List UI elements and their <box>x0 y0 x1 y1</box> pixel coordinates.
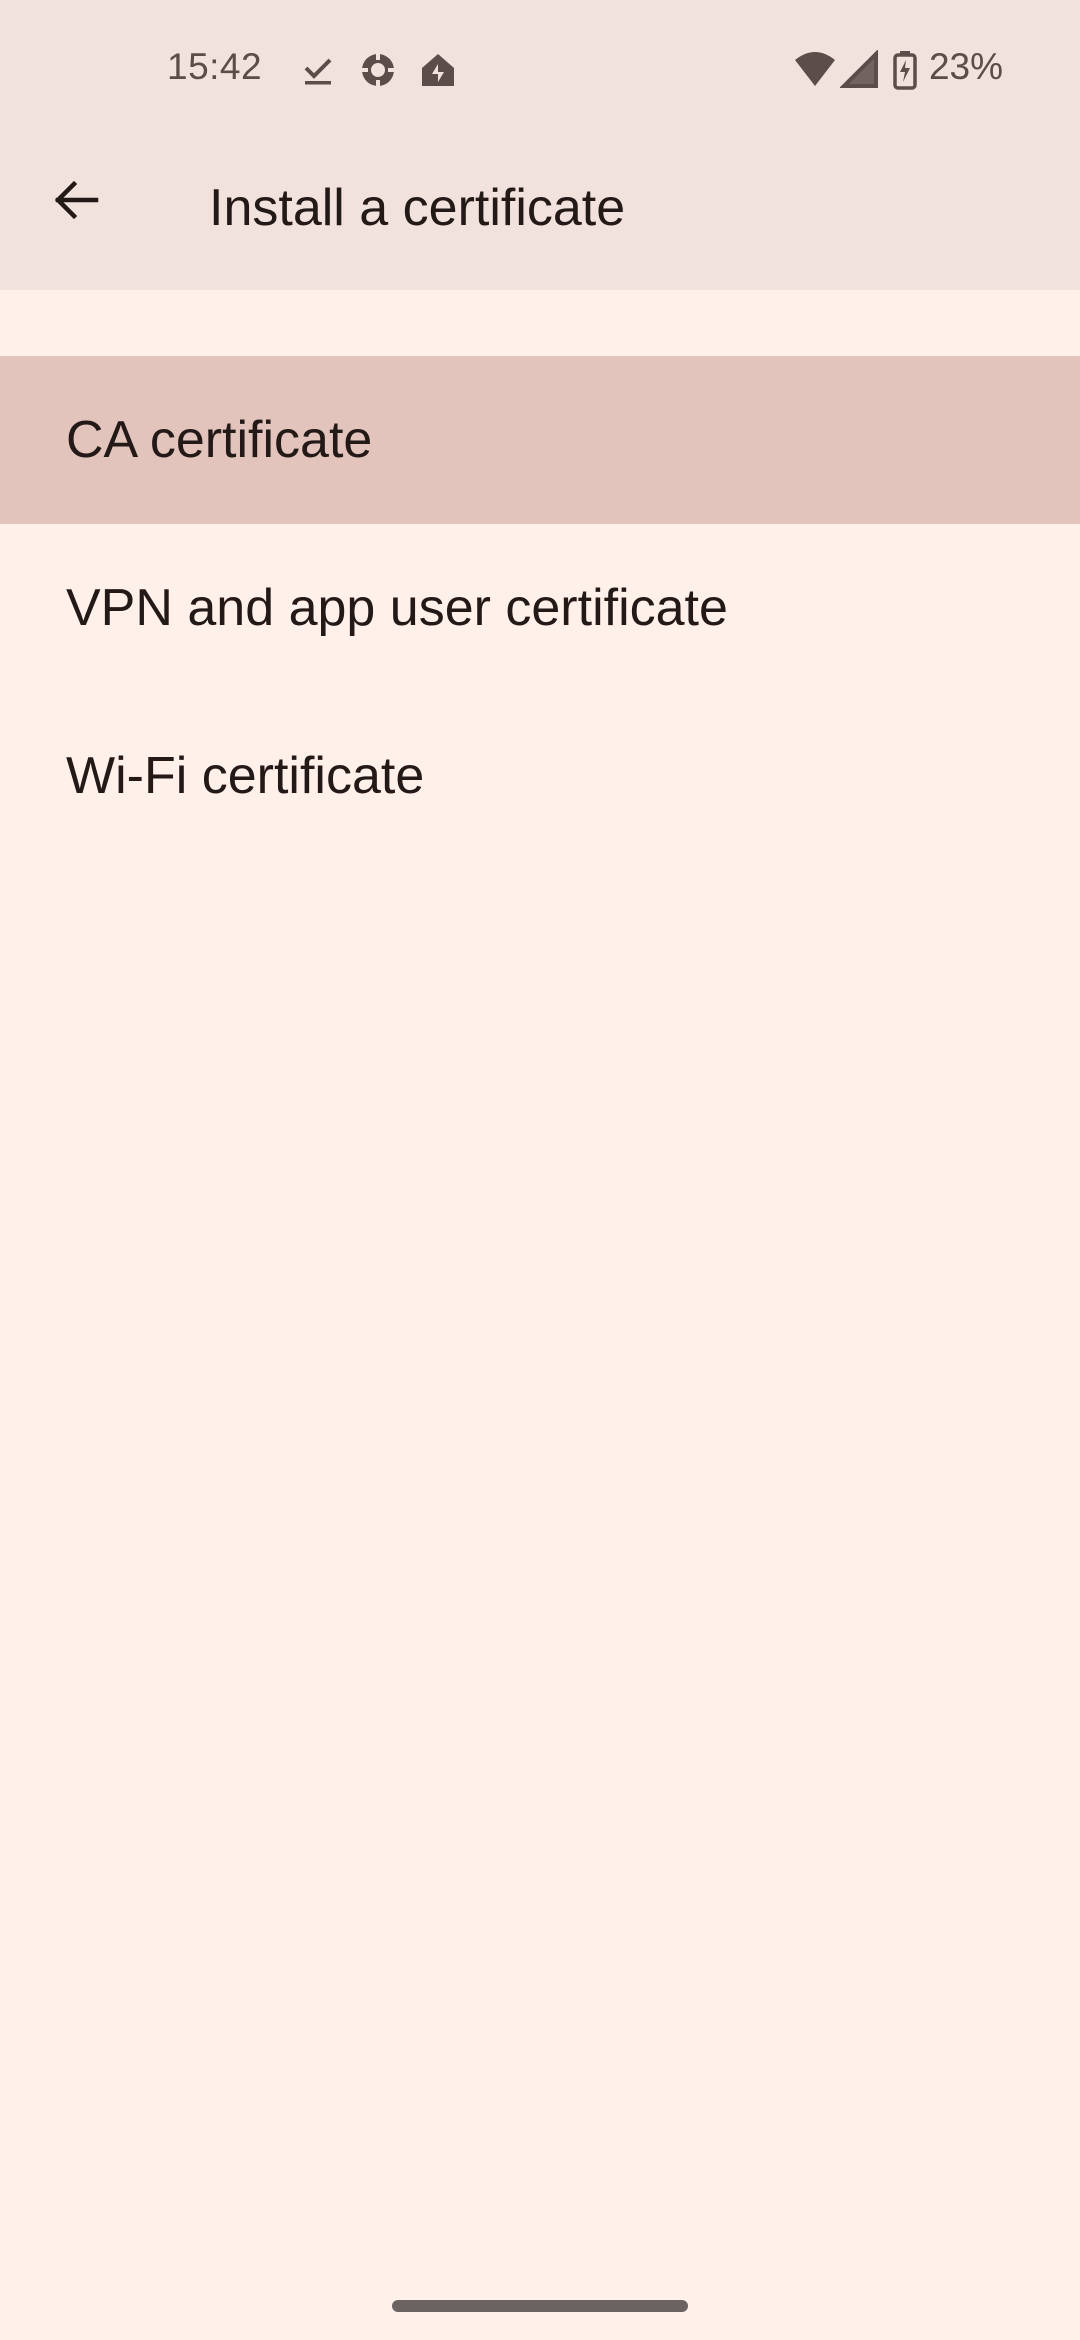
back-button[interactable] <box>36 162 116 242</box>
list-item-label: CA certificate <box>66 411 373 469</box>
list-item-label: Wi-Fi certificate <box>66 747 425 805</box>
list-item-label: VPN and app user certificate <box>66 579 728 637</box>
list-item-ca-certificate[interactable]: CA certificate <box>0 356 1080 524</box>
cellular-signal-icon <box>839 49 880 90</box>
arrow-back-icon <box>52 176 100 229</box>
app-bar: Install a certificate <box>0 140 1080 290</box>
status-bar: 15:42 23% <box>0 0 1080 140</box>
home-gesture-bar[interactable] <box>392 2300 688 2312</box>
certificate-type-list: CA certificate VPN and app user certific… <box>0 356 1080 860</box>
list-item-wifi-certificate[interactable]: Wi-Fi certificate <box>0 692 1080 860</box>
wifi-icon <box>793 50 837 90</box>
page-title: Install a certificate <box>209 179 626 237</box>
list-item-vpn-app-user-certificate[interactable]: VPN and app user certificate <box>0 524 1080 692</box>
status-time: 15:42 <box>167 46 263 87</box>
battery-percent: 23% <box>928 46 1003 87</box>
crosshair-app-icon <box>358 50 398 90</box>
battery-charging-icon <box>892 50 918 90</box>
download-done-icon <box>298 50 338 90</box>
home-app-icon <box>418 50 458 90</box>
